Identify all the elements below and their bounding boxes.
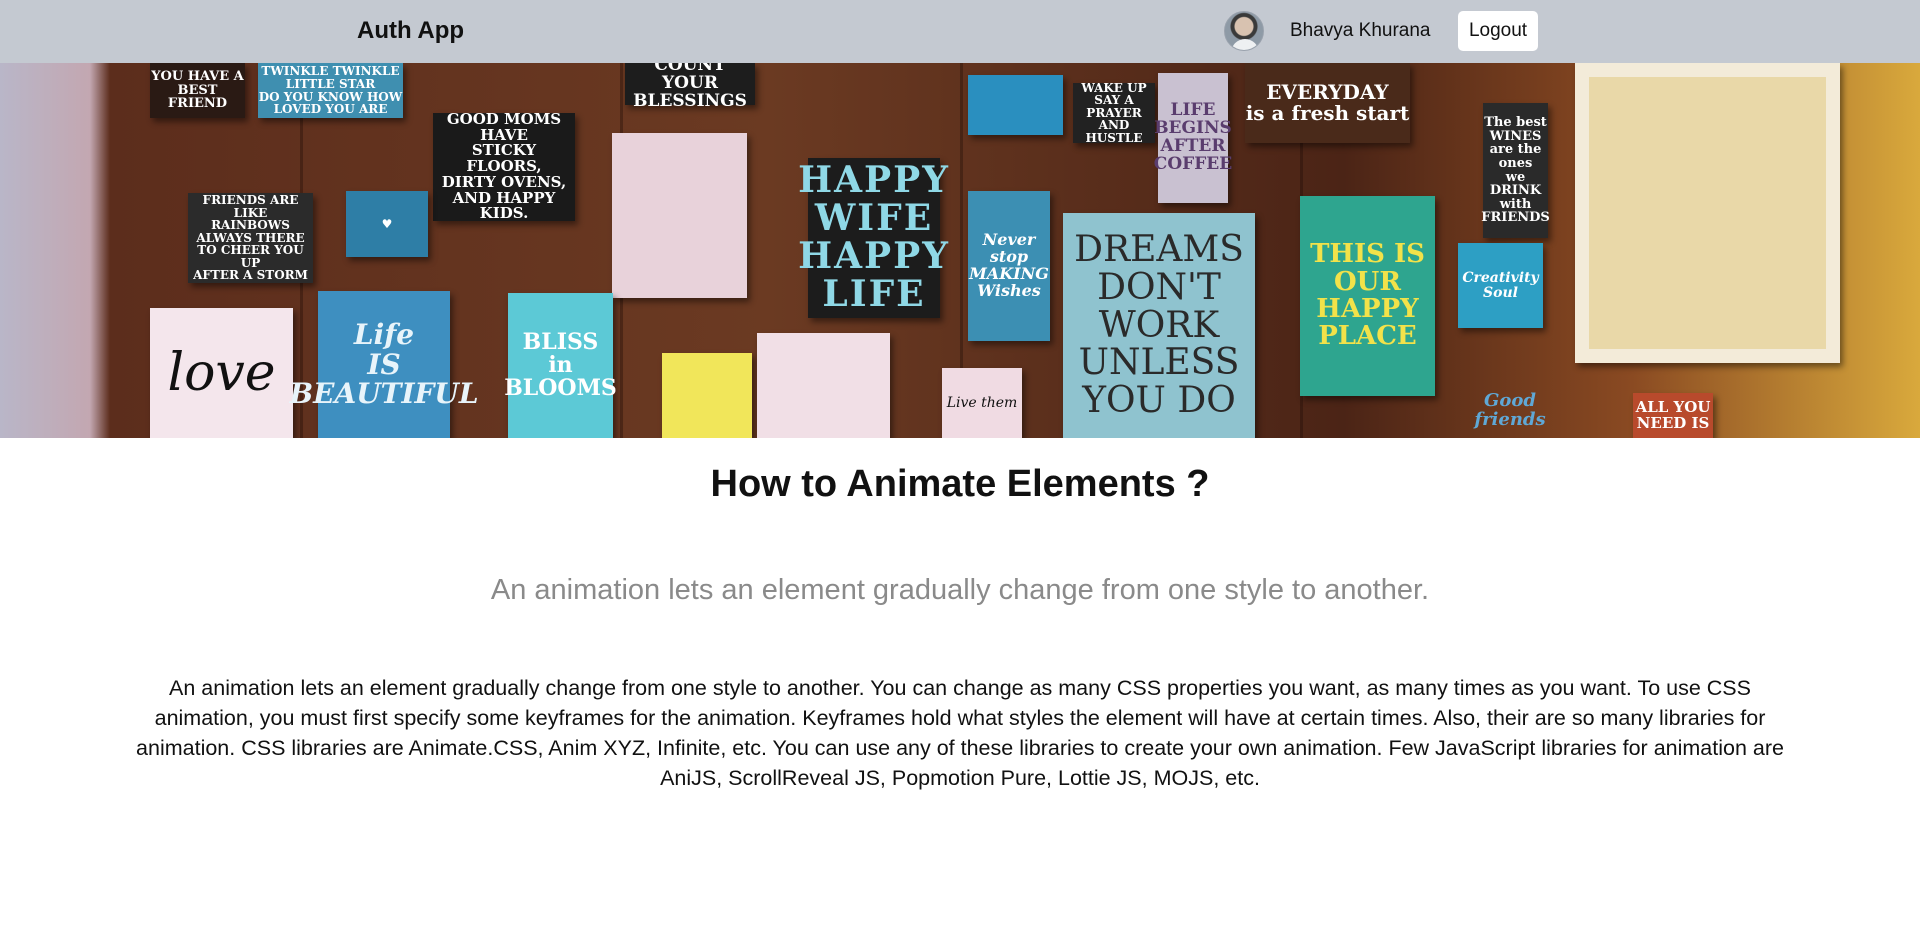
avatar-shoulders: [1231, 39, 1259, 50]
sign-pink-home: [757, 333, 890, 438]
sign-wines: The best WINES are the ones we DRINK wit…: [1481, 103, 1550, 238]
sign-never-stop: Never stop MAKING Wishes: [968, 191, 1050, 341]
sign-everyday: EVERYDAY is a fresh start: [1245, 63, 1410, 143]
sign-best-friend: YOU HAVE A BEST FRIEND: [150, 63, 245, 118]
sign-creativity: Creativity Soul: [1458, 243, 1543, 328]
sign-dreams: DREAMS DON'T WORK UNLESS YOU DO: [1063, 213, 1255, 438]
sign-life-coffee: LIFE BEGINS AFTER COFFEE: [1154, 73, 1232, 203]
sign-bliss-blooms: BLISS in BLOOMS: [504, 293, 617, 438]
sign-happy-place: THIS IS OUR HAPPY PLACE: [1300, 196, 1435, 396]
sign-yellow: [662, 353, 752, 438]
sign-heart: ♥: [346, 191, 428, 257]
sign-another: [968, 75, 1063, 135]
sign-mirror-frame: [1575, 63, 1840, 363]
sign-wake-up: WAKE UP SAY A PRAYER AND HUSTLE: [1073, 81, 1155, 144]
logout-button[interactable]: Logout: [1458, 11, 1538, 51]
sign-rainbows: FRIENDS ARE LIKE RAINBOWS ALWAYS THERE T…: [188, 193, 313, 283]
article-body: An animation lets an element gradually c…: [136, 676, 1784, 790]
sign-love: love: [150, 308, 293, 438]
article-title: How to Animate Elements ?: [710, 463, 1210, 505]
sign-little-star: TWINKLE TWINKLE LITTLE STAR DO YOU KNOW …: [258, 63, 403, 118]
user-name-label: Bhavya Khurana: [1290, 20, 1431, 41]
brand-title[interactable]: Auth App: [357, 17, 464, 45]
article-subtitle: An animation lets an element gradually c…: [490, 574, 1430, 606]
sign-blessings: COUNT YOUR BLESSINGS: [625, 63, 755, 110]
top-navbar: Auth App Bhavya Khurana Logout: [0, 0, 1920, 63]
hero-banner-image: YOU HAVE A BEST FRIEND TWINKLE TWINKLE L…: [0, 63, 1920, 438]
sign-good-moms: GOOD MOMS HAVE STICKY FLOORS, DIRTY OVEN…: [433, 111, 575, 221]
user-avatar-icon[interactable]: [1224, 11, 1264, 51]
sign-good-friends: Good friends: [1474, 389, 1546, 430]
sign-all-you-need: ALL YOU NEED IS: [1633, 393, 1713, 438]
sign-happy-wife: HAPPY WIFE HAPPY LIFE: [798, 158, 948, 318]
sign-pink-card: [612, 133, 747, 298]
sign-life-beautiful: Life IS BEAUTIFUL: [289, 291, 479, 438]
sign-live-them: Live them: [942, 368, 1022, 438]
